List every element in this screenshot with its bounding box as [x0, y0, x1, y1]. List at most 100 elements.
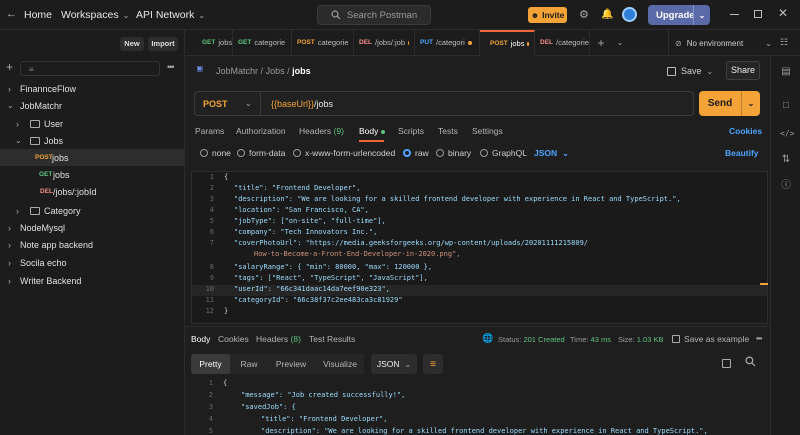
- tab-settings[interactable]: Settings: [472, 126, 503, 136]
- copy-icon[interactable]: [722, 359, 731, 368]
- upgrade-label: Upgrade: [656, 9, 695, 21]
- request-tab[interactable]: DEL/categorie: [535, 29, 590, 56]
- save-button[interactable]: Save ⌄: [667, 62, 713, 80]
- request-tab-active[interactable]: POST jobs: [480, 29, 535, 56]
- back-icon[interactable]: ←: [6, 9, 17, 20]
- collection-item[interactable]: › FinannceFlow: [0, 80, 185, 97]
- body-form-data-radio[interactable]: form-data: [237, 148, 285, 158]
- documentation-icon[interactable]: ▤: [780, 66, 792, 78]
- collection-item[interactable]: ⌄ JobMatchr: [0, 97, 185, 114]
- request-tab[interactable]: DEL/jobs/:job: [354, 29, 415, 56]
- invite-button[interactable]: ☻ Invite: [528, 7, 567, 23]
- request-item[interactable]: POST jobs: [0, 149, 185, 166]
- collection-item[interactable]: › Socila echo: [0, 254, 185, 271]
- tab-scripts[interactable]: Scripts: [398, 126, 424, 136]
- response-format-select[interactable]: JSON ⌄: [371, 354, 417, 374]
- home-link[interactable]: Home: [24, 9, 52, 21]
- share-button[interactable]: Share: [726, 61, 760, 80]
- collection-item[interactable]: › Note app backend: [0, 236, 185, 253]
- folder-item[interactable]: ⌄ Jobs: [0, 132, 185, 149]
- method-badge: DEL: [40, 188, 53, 195]
- method-select[interactable]: POST ⌄: [195, 92, 261, 115]
- more-icon[interactable]: •••: [756, 334, 762, 343]
- body-raw-radio[interactable]: raw: [403, 148, 429, 158]
- minimize-icon[interactable]: [730, 14, 739, 15]
- request-item[interactable]: DEL/jobs/:jobId: [0, 183, 185, 200]
- request-body-editor[interactable]: 1 2 3 4 5 6 7 8 9 10 11 12 { "title": "F…: [191, 171, 768, 324]
- view-raw-button[interactable]: Raw: [231, 354, 267, 374]
- breadcrumb-folder[interactable]: Jobs: [266, 66, 285, 76]
- add-icon[interactable]: +: [6, 60, 13, 74]
- body-label: Body: [359, 126, 379, 136]
- body-urlencoded-radio[interactable]: x-www-form-urlencoded: [293, 148, 395, 158]
- tab-tests[interactable]: Tests: [438, 126, 458, 136]
- tab-body[interactable]: Body: [359, 126, 385, 136]
- body-none-radio[interactable]: none: [200, 148, 231, 158]
- request-tab[interactable]: POST categorie: [292, 29, 354, 56]
- globe-icon[interactable]: 🌐: [482, 333, 493, 344]
- body-binary-radio[interactable]: binary: [436, 148, 471, 158]
- url-input[interactable]: {{baseUrl}}/jobs: [261, 99, 333, 109]
- response-tab-body[interactable]: Body: [191, 334, 210, 344]
- more-icon[interactable]: •••: [167, 62, 175, 72]
- cookies-link[interactable]: Cookies: [729, 126, 762, 136]
- response-tab-test-results[interactable]: Test Results: [309, 334, 355, 344]
- chevron-down-icon[interactable]: ⌄: [741, 91, 760, 116]
- folder-item[interactable]: › User: [0, 115, 185, 132]
- collection-item[interactable]: › NodeMysql: [0, 219, 185, 236]
- search-input[interactable]: Search Postman: [317, 5, 431, 25]
- view-pretty-button[interactable]: Pretty: [191, 354, 230, 374]
- breadcrumb-collection[interactable]: JobMatchr: [216, 66, 258, 76]
- comments-icon[interactable]: □: [780, 100, 792, 112]
- related-collections-icon[interactable]: ⇅: [780, 154, 792, 166]
- line-number: 2: [209, 184, 214, 192]
- tab-params[interactable]: Params: [195, 126, 224, 136]
- view-visualize-button[interactable]: Visualize: [318, 354, 362, 374]
- environment-select[interactable]: ⊘ No environment ⌄: [668, 30, 778, 56]
- new-button[interactable]: New: [120, 37, 144, 51]
- chevron-down-icon[interactable]: ⌄: [693, 5, 710, 25]
- response-tab-cookies[interactable]: Cookies: [218, 334, 249, 344]
- tabs-dropdown-icon[interactable]: ⌄: [612, 38, 628, 47]
- api-network-menu[interactable]: API Network ⌄: [136, 9, 205, 21]
- tab-headers[interactable]: Headers (9): [299, 126, 344, 136]
- filter-input[interactable]: ≡: [20, 61, 160, 76]
- notifications-icon[interactable]: 🔔: [601, 9, 613, 21]
- wrap-lines-button[interactable]: ≡: [423, 354, 443, 374]
- time-value[interactable]: 43 ms: [591, 335, 611, 344]
- avatar[interactable]: [622, 7, 637, 22]
- request-tab[interactable]: PUT/categori: [415, 29, 480, 56]
- collection-label: FinannceFlow: [20, 83, 77, 94]
- view-preview-button[interactable]: Preview: [270, 354, 312, 374]
- environment-quicklook-icon[interactable]: ☷: [780, 37, 788, 48]
- size-value[interactable]: 1.03 KB: [637, 335, 664, 344]
- code-line: "savedJob": {: [241, 403, 296, 411]
- request-tab[interactable]: GET categorie: [233, 29, 292, 56]
- save-example-button[interactable]: Save as example: [672, 334, 749, 344]
- response-body-viewer[interactable]: 1 2 3 4 5 { "message": "Job created succ…: [191, 376, 768, 435]
- folder-item[interactable]: › Category: [0, 202, 185, 219]
- body-graphql-radio[interactable]: GraphQL: [480, 148, 527, 158]
- response-tab-headers[interactable]: Headers (8): [256, 334, 301, 344]
- collection-label: Writer Backend: [20, 275, 82, 286]
- invite-label: Invite: [542, 10, 565, 20]
- tab-authorization[interactable]: Authorization: [236, 126, 286, 136]
- request-tab[interactable]: GET jobs: [186, 29, 233, 56]
- request-item[interactable]: GET jobs: [0, 166, 185, 183]
- beautify-link[interactable]: Beautify: [725, 148, 759, 158]
- maximize-icon[interactable]: [754, 10, 762, 18]
- status-value[interactable]: 201 Created: [523, 335, 564, 344]
- info-icon[interactable]: ⓘ: [780, 180, 792, 192]
- collection-item[interactable]: › Writer Backend: [0, 272, 185, 289]
- close-icon[interactable]: ✕: [778, 6, 788, 20]
- code-icon[interactable]: </>: [780, 128, 794, 140]
- new-tab-icon[interactable]: +: [590, 36, 612, 50]
- body-format-select[interactable]: JSON ⌄: [534, 148, 569, 158]
- settings-icon[interactable]: ⚙: [579, 9, 589, 21]
- send-button[interactable]: Send ⌄: [699, 91, 760, 116]
- upgrade-button[interactable]: Upgrade ⌄: [648, 5, 710, 25]
- import-button[interactable]: Import: [148, 37, 178, 51]
- search-icon[interactable]: [745, 356, 756, 369]
- workspaces-menu[interactable]: Workspaces ⌄: [61, 9, 129, 21]
- breadcrumb-request[interactable]: jobs: [292, 66, 311, 76]
